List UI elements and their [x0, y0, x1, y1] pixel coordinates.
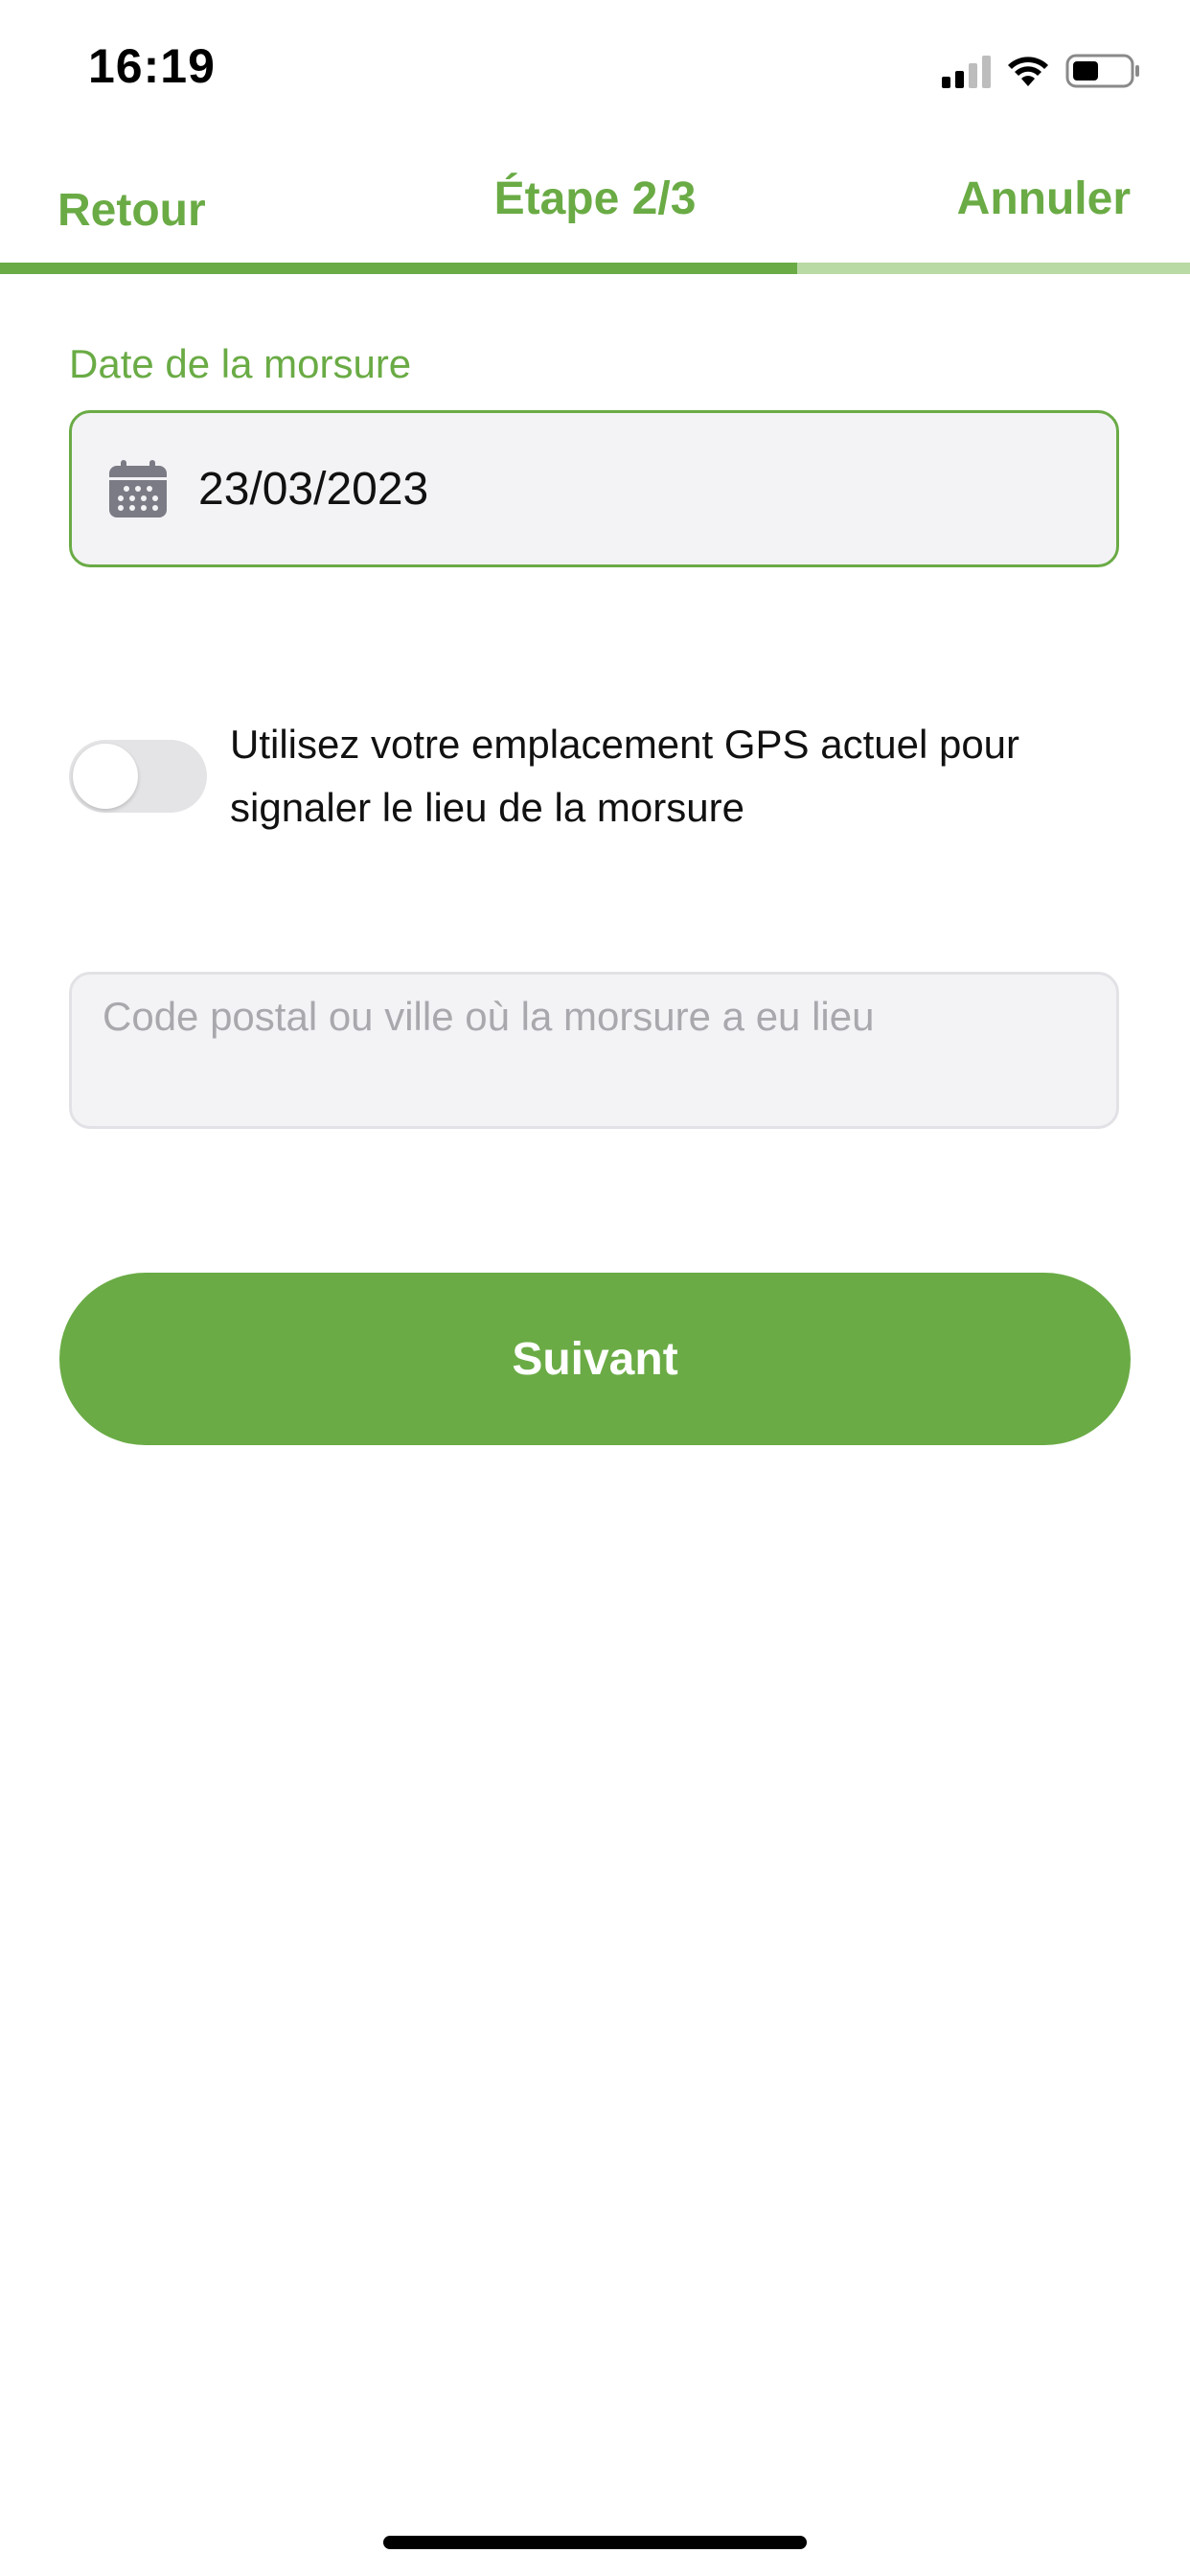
status-time: 16:19 — [88, 39, 216, 93]
gps-toggle-knob — [73, 744, 138, 809]
screen: 16:19 Retour Étape 2/3 Annuler Date de l… — [0, 0, 1190, 2576]
date-field-label: Date de la morsure — [69, 341, 412, 386]
next-button[interactable]: Suivant — [59, 1273, 1131, 1445]
status-icons — [942, 50, 1142, 92]
step-progress-fill — [0, 263, 798, 274]
step-progress-bar — [0, 263, 1190, 274]
cellular-signal-icon — [942, 54, 991, 88]
date-field[interactable]: 23/03/2023 — [69, 410, 1119, 567]
cancel-button[interactable]: Annuler — [957, 172, 1131, 225]
calendar-icon — [106, 458, 170, 519]
gps-toggle-label: Utilisez votre emplacement GPS actuel po… — [230, 722, 1020, 830]
home-indicator[interactable] — [383, 2536, 807, 2549]
battery-icon — [1065, 54, 1139, 88]
wifi-icon — [1008, 57, 1048, 86]
gps-toggle[interactable] — [69, 740, 207, 813]
date-value: 23/03/2023 — [198, 463, 429, 515]
location-input[interactable] — [69, 972, 1119, 1129]
